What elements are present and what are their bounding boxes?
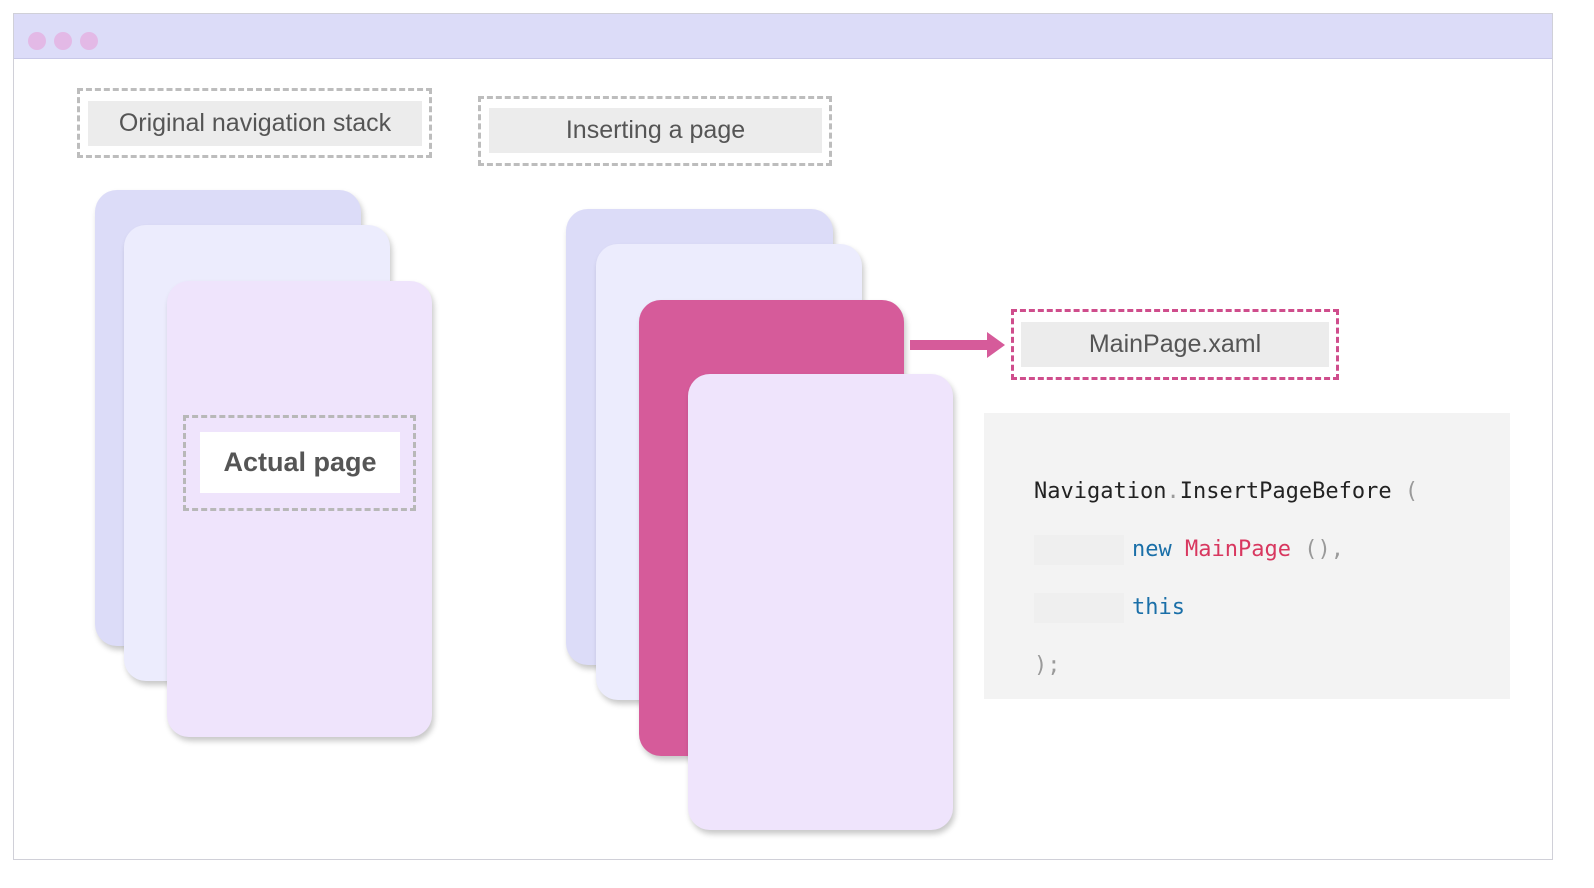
code-open-paren: ( — [1391, 479, 1419, 504]
code-args: (), — [1290, 537, 1344, 562]
code-keyword-this: this — [1132, 595, 1185, 620]
original-stack-title: Original navigation stack — [88, 101, 422, 146]
window-dot-icon — [28, 32, 46, 50]
window-dot-icon — [80, 32, 98, 50]
stack-page-actual — [688, 374, 953, 830]
arrow-right-icon — [910, 332, 1005, 358]
code-line-3: this — [1132, 595, 1185, 620]
code-object: Navigation — [1034, 479, 1167, 504]
code-dot: . — [1166, 479, 1180, 504]
code-indent — [1034, 535, 1124, 565]
code-line-2: new MainPage (), — [1132, 537, 1344, 562]
window-titlebar — [14, 14, 1552, 59]
inserting-page-title: Inserting a page — [489, 108, 822, 153]
code-keyword-new: new — [1132, 537, 1172, 562]
code-class-name: MainPage — [1185, 537, 1291, 562]
actual-page-label: Actual page — [200, 432, 400, 493]
window-dot-icon — [54, 32, 72, 50]
code-line-1: Navigation.InsertPageBefore ( — [1034, 479, 1418, 504]
code-panel: Navigation.InsertPageBefore ( new MainPa… — [984, 413, 1510, 699]
mainpage-label: MainPage.xaml — [1021, 322, 1329, 367]
code-line-4: ); — [1034, 653, 1061, 678]
code-method: InsertPageBefore — [1179, 479, 1392, 504]
code-indent — [1034, 593, 1124, 623]
